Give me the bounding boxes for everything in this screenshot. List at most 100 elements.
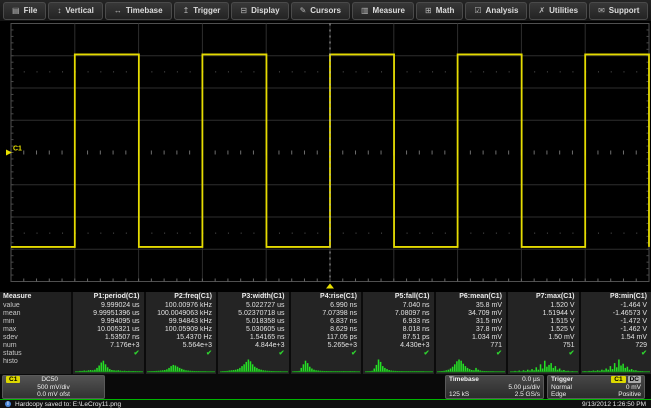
trigger-source-badge: C1 — [611, 376, 625, 383]
menu-item-label: Math — [436, 6, 455, 15]
measure-cell-p4-header[interactable]: P4:rise(C1) — [289, 292, 362, 302]
measure-cell-p6-num: 771 — [434, 342, 507, 350]
channel-c1-badge: C1 — [6, 376, 20, 383]
trigger-position-marker[interactable] — [326, 284, 334, 289]
measure-cell-p2-mean: 100.0049063 kHz — [144, 310, 217, 318]
measure-cell-p7-min: 1.515 V — [506, 318, 579, 326]
timebase-label: Timebase — [449, 376, 479, 384]
menu-item-support[interactable]: ✉Support — [589, 2, 648, 20]
measure-cell-p7-mean: 1.51944 V — [506, 310, 579, 318]
menu-item-label: Display — [251, 6, 279, 15]
timebase-scale: 5.00 µs/div — [508, 384, 540, 392]
measure-cell-p8-num: 729 — [579, 342, 651, 350]
measure-cell-p3-mean: 5.02370718 us — [216, 310, 289, 318]
measure-cell-p6-max: 37.8 mV — [434, 326, 507, 334]
menu-item-utilities[interactable]: ✗Utilities — [529, 2, 587, 20]
trigger-label: Trigger — [551, 376, 573, 384]
measure-cell-p7-value: 1.520 V — [506, 302, 579, 310]
channel-c1-grid-label[interactable]: C1 — [13, 146, 22, 153]
measure-cell-p3-status: ✔ — [216, 350, 289, 358]
status-pass-icon: ✔ — [424, 350, 430, 357]
menu-item-label: Vertical — [65, 6, 93, 15]
histogram-p3 — [219, 358, 289, 374]
menu-item-label: Utilities — [549, 6, 578, 15]
measure-cell-p5-min: 6.933 ns — [361, 318, 434, 326]
measure-cell-p2-num: 5.564e+3 — [144, 342, 217, 350]
measure-cell-p4-num: 5.265e+3 — [289, 342, 362, 350]
menu-item-display[interactable]: ⊟ Display — [231, 2, 288, 20]
status-pass-icon: ✔ — [279, 350, 285, 357]
trigger-type: Edge — [551, 391, 566, 399]
measure-cell-p7-status: ✔ — [506, 350, 579, 358]
status-pass-icon: ✔ — [496, 350, 502, 357]
measure-row-label-status: status — [0, 350, 71, 358]
status-pass-icon: ✔ — [351, 350, 357, 357]
menu-item-measure[interactable]: ▥Measure — [352, 2, 414, 20]
histogram-p7 — [509, 358, 579, 374]
measure-cell-p7-header[interactable]: P7:max(C1) — [506, 292, 579, 302]
measure-cell-p1-status: ✔ — [71, 350, 144, 358]
measure-cell-p1-header[interactable]: P1:period(C1) — [71, 292, 144, 302]
measure-cell-p2-sdev: 15.4370 Hz — [144, 334, 217, 342]
menu-item-timebase[interactable]: ↔Timebase — [105, 2, 172, 20]
measure-cell-p6-status: ✔ — [434, 350, 507, 358]
measure-cell-p7-histo — [506, 358, 579, 374]
trigger-descriptor-box[interactable]: Trigger C1 DC Normal 0 mV Edge Positive — [547, 375, 645, 399]
measure-cell-p1-sdev: 1.53507 ns — [71, 334, 144, 342]
menu-item-cursors[interactable]: ✎Cursors — [291, 2, 350, 20]
status-message: Hardcopy saved to: E:\LeCroy11.png — [15, 401, 582, 408]
menu-item-math[interactable]: ⊞Math — [416, 2, 463, 20]
measure-row-label-num: num — [0, 342, 71, 350]
measure-cell-p1-value: 9.999024 us — [71, 302, 144, 310]
measure-cell-p7-num: 751 — [506, 342, 579, 350]
menu-item-file[interactable]: ▤File — [3, 2, 46, 20]
measure-cell-p2-header[interactable]: P2:freq(C1) — [144, 292, 217, 302]
measure-cell-p3-header[interactable]: P3:width(C1) — [216, 292, 289, 302]
status-bar: i Hardcopy saved to: E:\LeCroy11.png 9/1… — [0, 399, 651, 408]
menu-item-trigger[interactable]: ↥Trigger — [174, 2, 230, 20]
measure-cell-p8-header[interactable]: P8:min(C1) — [579, 292, 651, 302]
status-pass-icon: ✔ — [569, 350, 575, 357]
measure-cell-p5-status: ✔ — [361, 350, 434, 358]
measure-cell-p8-max: -1.462 V — [579, 326, 651, 334]
measure-cell-p3-sdev: 1.54165 ns — [216, 334, 289, 342]
measure-table: MeasureP1:period(C1)P2:freq(C1)P3:width(… — [0, 292, 651, 374]
measure-cell-p1-num: 7.176e+3 — [71, 342, 144, 350]
trigger-slope: Positive — [618, 391, 641, 399]
measure-cell-p8-value: -1.464 V — [579, 302, 651, 310]
menu-item-vertical[interactable]: ↕Vertical — [48, 2, 102, 20]
status-pass-icon: ✔ — [134, 350, 140, 357]
measure-row-label-measure: Measure — [0, 292, 71, 302]
measure-row-label-histo: histo — [0, 358, 71, 374]
histogram-p1 — [74, 358, 144, 374]
menu-item-analysis[interactable]: ☑Analysis — [465, 2, 527, 20]
measure-cell-p2-min: 99.94843 kHz — [144, 318, 217, 326]
measure-cell-p4-histo — [289, 358, 362, 374]
channel-scale: 500 mV/div — [37, 384, 70, 392]
measure-cell-p5-mean: 7.08097 ns — [361, 310, 434, 318]
measure-cell-p4-mean: 7.07398 ns — [289, 310, 362, 318]
measure-cell-p6-sdev: 1.034 mV — [434, 334, 507, 342]
measure-cell-p6-header[interactable]: P6:mean(C1) — [434, 292, 507, 302]
measure-cell-p8-status: ✔ — [579, 350, 651, 358]
channel-c1-descriptor-box[interactable]: C1 DC50 500 mV/div 0.0 mV ofst — [2, 375, 105, 399]
trigger-edge-icon: ↥ — [183, 6, 190, 15]
trigger-level: 0 mV — [626, 384, 641, 392]
measure-cell-p5-header[interactable]: P5:fall(C1) — [361, 292, 434, 302]
histogram-p2 — [146, 358, 216, 374]
measure-cell-p4-max: 8.629 ns — [289, 326, 362, 334]
trigger-coupling-badge: DC — [628, 376, 641, 383]
measure-cell-p3-max: 5.030605 us — [216, 326, 289, 334]
scope-display-area: C1 — [0, 22, 651, 292]
menu-item-label: Cursors — [310, 6, 341, 15]
timebase-descriptor-box[interactable]: Timebase 0.0 µs 5.00 µs/div 125 kS 2.5 G… — [445, 375, 544, 399]
measure-cell-p1-min: 9.994095 us — [71, 318, 144, 326]
measure-row-label-mean: mean — [0, 310, 71, 318]
measure-cell-p1-max: 10.005321 us — [71, 326, 144, 334]
measure-cell-p6-min: 31.5 mV — [434, 318, 507, 326]
measure-cell-p5-histo — [361, 358, 434, 374]
monitor-icon: ⊟ — [240, 6, 247, 15]
measure-row-label-sdev: sdev — [0, 334, 71, 342]
measure-cell-p4-sdev: 117.05 ps — [289, 334, 362, 342]
menu-item-label: Support — [609, 6, 640, 15]
